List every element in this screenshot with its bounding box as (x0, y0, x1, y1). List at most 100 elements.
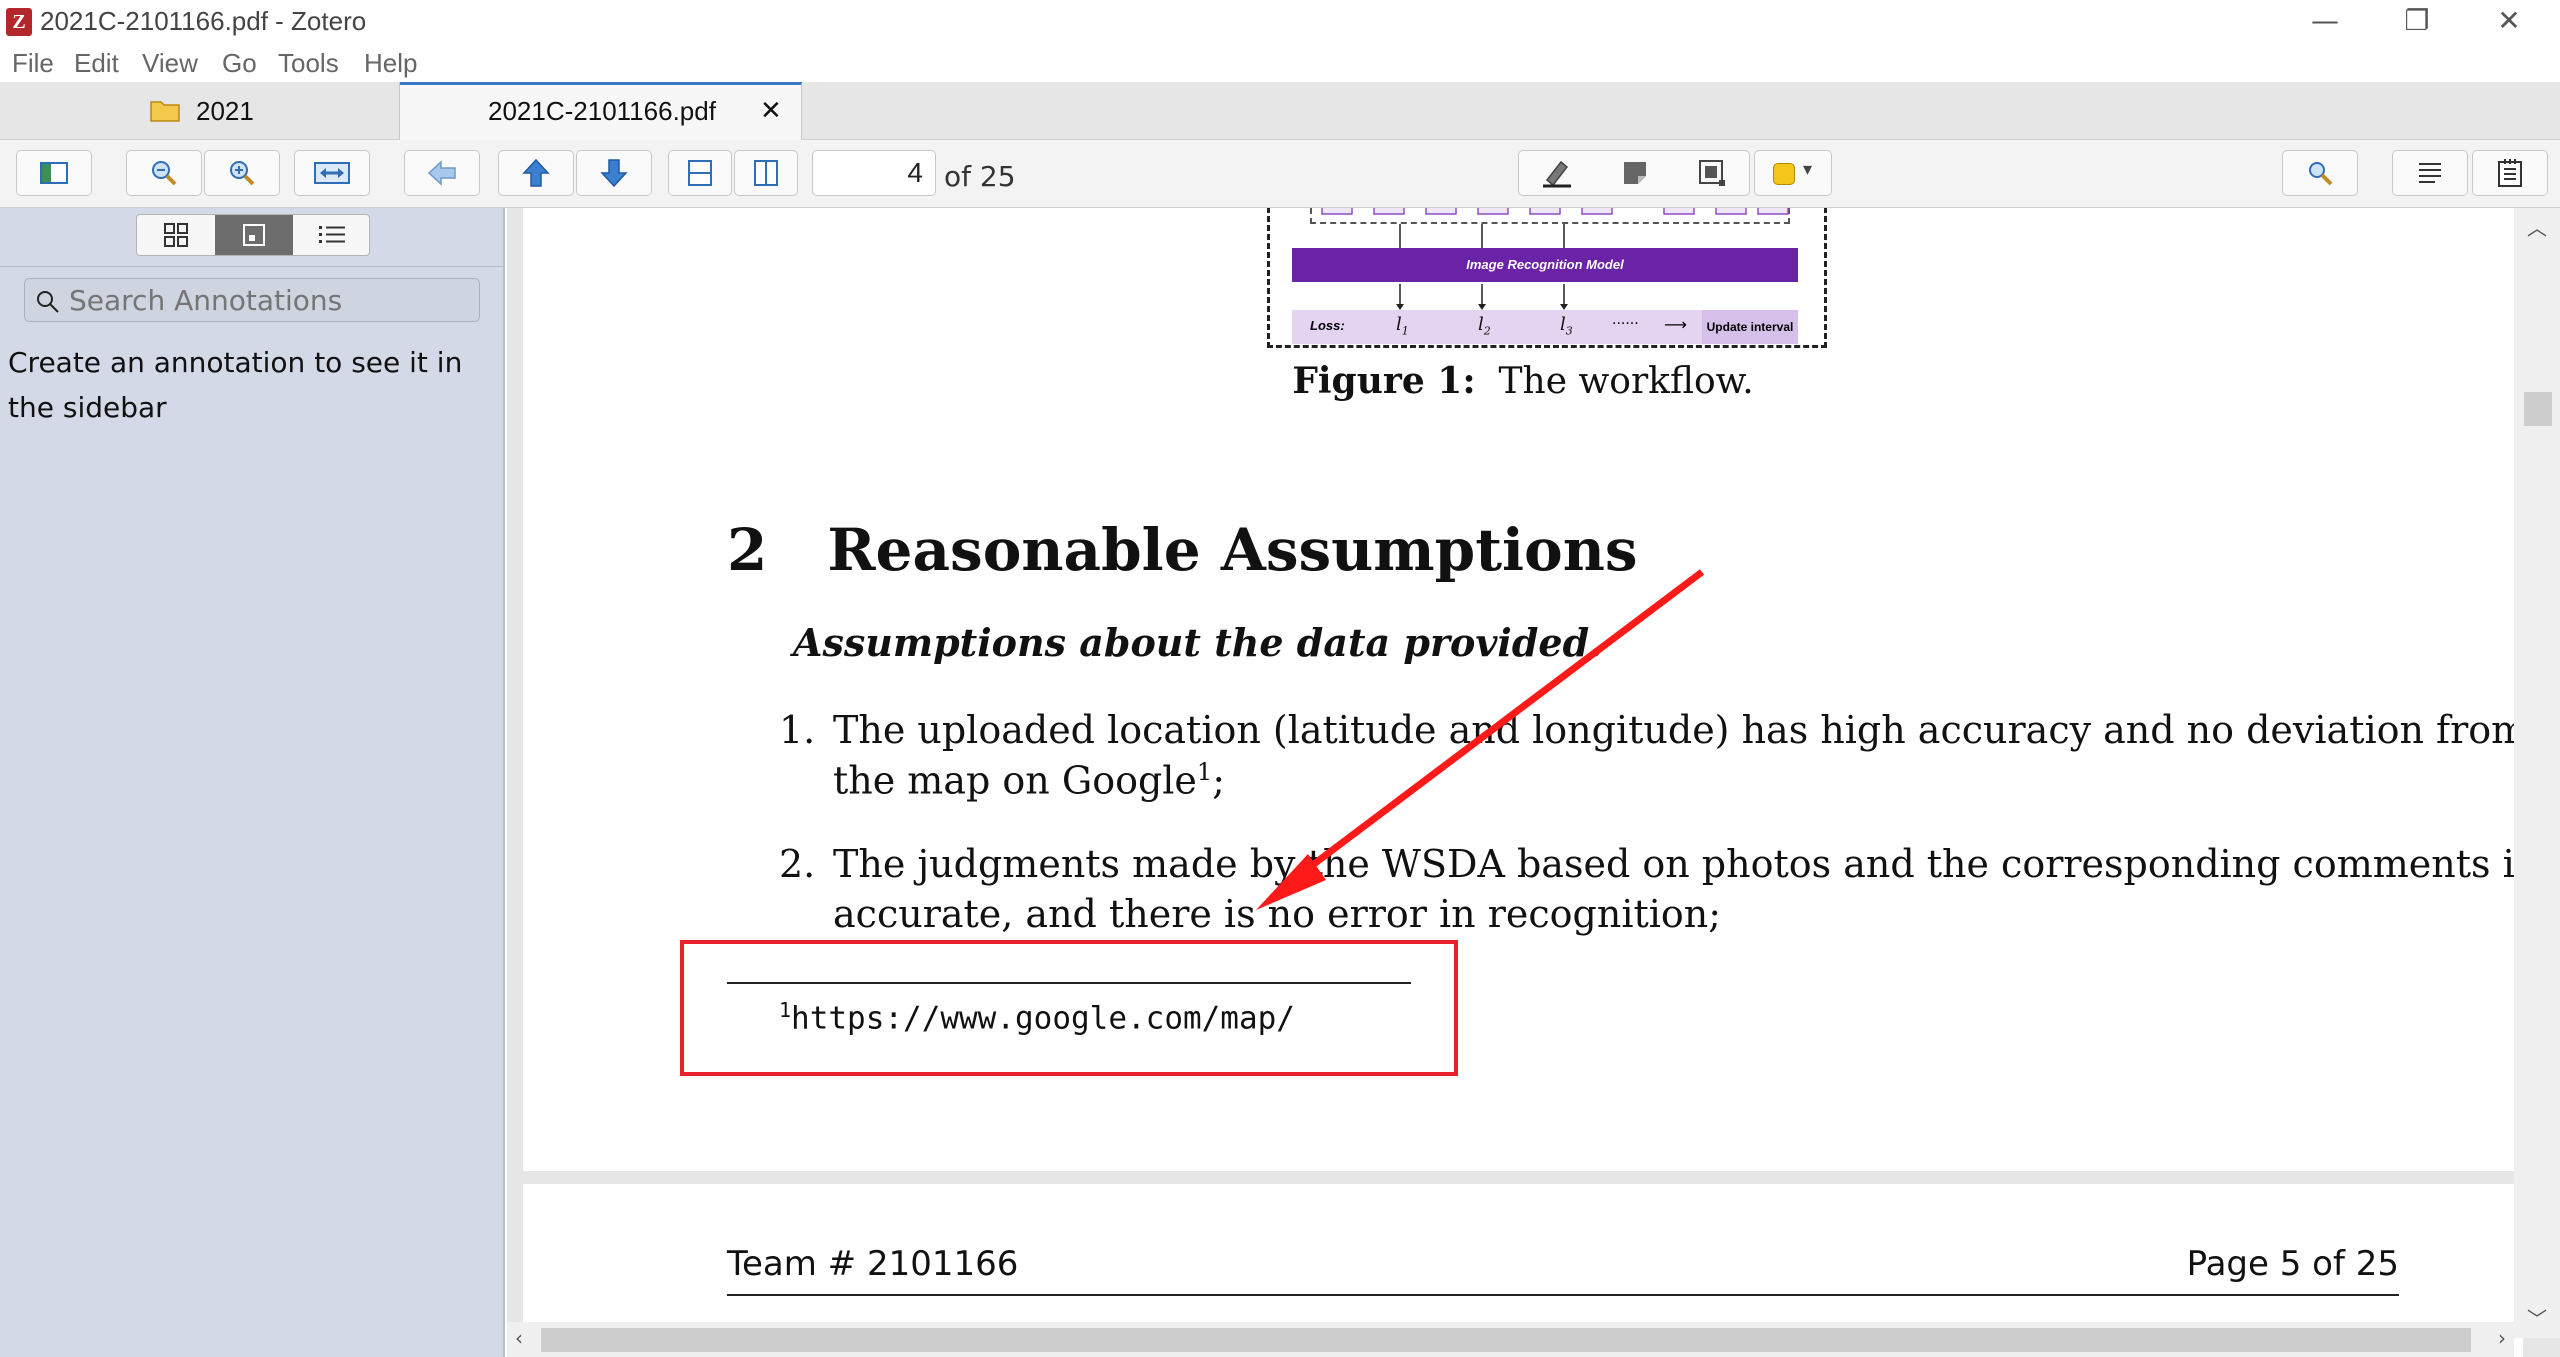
reader-toolbar: of 25 ▾ (0, 140, 2560, 208)
tab-bar: 2021 2021C-2101166.pdf ✕ (0, 82, 2560, 140)
loss-row: Loss: l1 l2 l3 ······ ⟶ Update interval (1292, 310, 1798, 344)
arrow-down-icon (600, 159, 628, 188)
menu-go[interactable]: Go (222, 48, 257, 79)
toggle-sidebar-button[interactable] (16, 150, 92, 196)
horizontal-scrollbar[interactable]: ‹ › (507, 1322, 2514, 1357)
search-annotations-input[interactable] (69, 283, 469, 317)
tab-library-2021[interactable]: 2021 (0, 82, 400, 140)
update-interval-label: Update interval (1702, 310, 1798, 344)
assumption-1-line1: The uploaded location (latitude and long… (833, 708, 2528, 752)
menu-help[interactable]: Help (364, 48, 417, 79)
menu-edit[interactable]: Edit (74, 48, 119, 79)
list-number-1: 1. (779, 708, 816, 752)
workflow-figure: Image Recognition Model Loss: l1 l2 l3 ·… (1267, 208, 1827, 348)
color-picker-button[interactable]: ▾ (1754, 150, 1832, 196)
note-tool-button[interactable] (1596, 150, 1674, 196)
next-page-button[interactable] (576, 150, 652, 196)
list-icon (319, 226, 345, 243)
assumption-2-line1: The judgments made by the WSDA based on … (833, 842, 2535, 886)
zoom-out-button[interactable] (126, 150, 202, 196)
page-number-input[interactable] (812, 150, 936, 196)
tab-label: 2021 (196, 96, 254, 126)
zoom-in-button[interactable] (204, 150, 280, 196)
highlight-tool-button[interactable] (1518, 150, 1596, 196)
folder-icon (150, 98, 180, 129)
chevron-down-icon: ▾ (1803, 159, 1813, 180)
find-button[interactable] (2282, 150, 2358, 196)
zoom-in-icon (230, 161, 255, 186)
color-swatch (1773, 163, 1795, 185)
restore-button[interactable]: ❐ (2372, 0, 2462, 46)
menu-tools[interactable]: Tools (278, 48, 339, 79)
annotation-view-icon (243, 224, 265, 246)
vertical-scrollbar[interactable]: ︿ ﹀ (2514, 208, 2560, 1338)
list-number-2: 2. (779, 842, 816, 886)
horizontal-split-icon (754, 160, 778, 186)
assumption-1-line2: the map on Google1; (833, 758, 1226, 803)
menu-bar: File Edit View Go Tools Help (0, 46, 2560, 82)
image-recognition-model-bar: Image Recognition Model (1292, 248, 1798, 282)
navigate-back-button[interactable] (404, 150, 480, 196)
vertical-split-icon (688, 160, 712, 186)
empty-annotations-message: Create an annotation to see it in the si… (8, 346, 463, 424)
vertical-scroll-thumb[interactable] (2524, 392, 2552, 426)
arrow-up-icon (522, 158, 550, 187)
highlighter-icon (1543, 160, 1571, 188)
menu-view[interactable]: View (142, 48, 198, 79)
pdf-viewer[interactable]: Image Recognition Model Loss: l1 l2 l3 ·… (507, 208, 2560, 1357)
toggle-context-pane-button[interactable] (2472, 150, 2548, 196)
sticky-note-icon (1624, 162, 1646, 184)
close-tab-icon[interactable]: ✕ (760, 95, 782, 126)
page-count-label: of 25 (944, 160, 1016, 193)
loss-label: Loss: (1310, 318, 1345, 333)
horizontal-scroll-thumb[interactable] (541, 1328, 2471, 1352)
thumbnails-view-button[interactable] (137, 215, 215, 255)
text-lines-icon (2419, 163, 2441, 183)
area-tool-button[interactable] (1674, 150, 1750, 196)
window-title: 2021C-2101166.pdf - Zotero (40, 6, 367, 36)
sidebar-divider (0, 266, 505, 267)
arrow-right-icon: ⟶ (1664, 315, 1687, 334)
scroll-right-icon[interactable]: › (2498, 1326, 2506, 1350)
page-header-page: Page 5 of 25 (2186, 1244, 2399, 1284)
page-header-rule (727, 1294, 2399, 1296)
loss-l2: l2 (1478, 314, 1491, 338)
fit-width-icon (314, 162, 350, 184)
zoom-out-icon (152, 161, 177, 186)
pdf-page-4: Image Recognition Model Loss: l1 l2 l3 ·… (523, 208, 2535, 1171)
sidebar-view-switcher (136, 214, 370, 256)
figure-caption: Figure 1: The workflow. (1292, 360, 1754, 402)
search-icon (37, 291, 59, 313)
scroll-up-icon[interactable]: ︿ (2514, 212, 2560, 241)
notes-icon (2498, 159, 2522, 187)
close-window-button[interactable]: ✕ (2464, 0, 2554, 46)
annotations-sidebar: Create an annotation to see it in the si… (0, 208, 505, 1357)
outline-view-button[interactable] (293, 215, 371, 255)
spread-mode-button[interactable] (734, 150, 798, 196)
figure-input-boxes (1321, 208, 1789, 215)
title-bar: Z 2021C-2101166.pdf - Zotero — ❐ ✕ (0, 0, 2560, 46)
loss-l3: l3 (1560, 314, 1573, 338)
annotations-view-button[interactable] (215, 215, 293, 255)
tab-pdf-reader[interactable]: 2021C-2101166.pdf ✕ (400, 82, 802, 140)
minimize-button[interactable]: — (2280, 0, 2370, 46)
zotero-app-icon: Z (6, 8, 32, 36)
sidebar-toggle-icon (40, 162, 68, 184)
tab-label: 2021C-2101166.pdf (488, 96, 716, 126)
vertical-scroll-mode-button[interactable] (668, 150, 732, 196)
toggle-outline-button[interactable] (2392, 150, 2468, 196)
assumptions-subheading: Assumptions about the data provided. (793, 620, 1603, 665)
footnote: 1https://www.google.com/map/ (779, 998, 1295, 1037)
scroll-down-icon[interactable]: ﹀ (2514, 1303, 2560, 1332)
scroll-left-icon[interactable]: ‹ (515, 1326, 523, 1350)
search-icon (2309, 162, 2333, 186)
previous-page-button[interactable] (498, 150, 574, 196)
footnote-link[interactable]: https://www.google.com/map/ (791, 1000, 1295, 1036)
annotation-search-box (24, 278, 480, 322)
section-heading: 2 Reasonable Assumptions (727, 516, 1638, 584)
menu-file[interactable]: File (12, 48, 54, 79)
figure-input-block (1310, 208, 1790, 224)
assumption-2-line2: accurate, and there is no error in recog… (833, 892, 1722, 936)
loss-l1: l1 (1396, 314, 1409, 338)
zoom-fit-width-button[interactable] (294, 150, 370, 196)
